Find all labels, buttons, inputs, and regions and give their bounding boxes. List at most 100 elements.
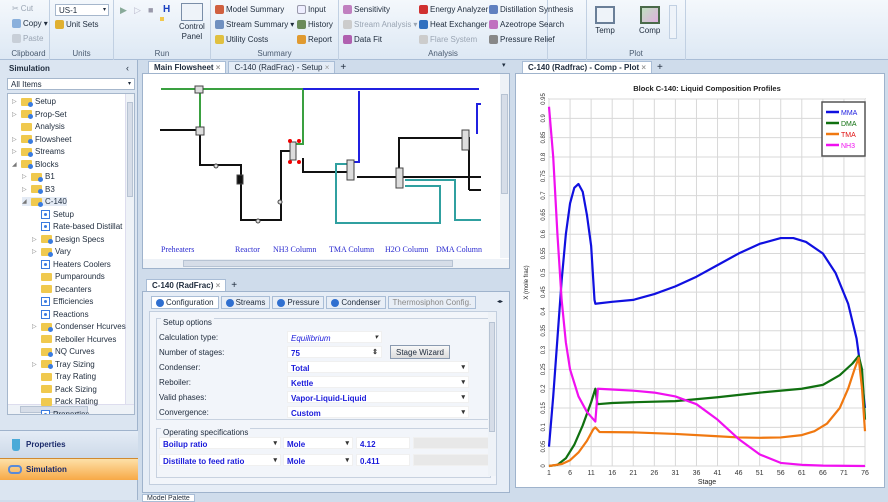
reset-icon[interactable]: H	[163, 4, 170, 15]
expanded-icon[interactable]: ◢	[22, 198, 28, 205]
tree-item[interactable]: Analysis	[12, 122, 65, 131]
tree-item[interactable]: Reactions	[32, 309, 89, 319]
azeotrope-search-button[interactable]: Azeotrope Search	[489, 20, 564, 29]
tree-item[interactable]: ▷ B1	[22, 172, 55, 182]
spinner-icon[interactable]: ⇕	[372, 348, 378, 356]
model-palette-tab[interactable]: Model Palette	[142, 494, 195, 502]
control-panel-button[interactable]: Control Panel	[179, 3, 205, 41]
nh3-column-block[interactable]	[289, 141, 297, 161]
tree-item[interactable]: NQ Curves	[32, 347, 95, 357]
step-icon[interactable]: ▷	[134, 5, 141, 16]
sensitivity-button[interactable]: Sensitivity	[343, 5, 390, 14]
paste-button[interactable]: Paste	[12, 34, 43, 43]
nav-filter-select[interactable]: All Items ▾	[7, 78, 135, 90]
flowsheet-horizontal-scrollbar[interactable]	[143, 259, 509, 268]
heat-exchanger-block[interactable]	[195, 126, 205, 136]
tree-item[interactable]: ▷ Condenser Hcurves	[32, 322, 126, 332]
gallery-scroll[interactable]	[669, 5, 677, 39]
tab-list-icon[interactable]: ▾	[502, 61, 506, 69]
stream-teal[interactable]	[335, 163, 481, 224]
number-of-stages-input[interactable]: 75 ⇕	[287, 346, 382, 358]
pump-block[interactable]	[213, 163, 219, 169]
tree-item[interactable]: Pack Sizing	[32, 385, 97, 394]
tree-item[interactable]: Properties	[32, 409, 89, 414]
calculation-type-select[interactable]: Equilibrium ▾	[287, 331, 382, 343]
pump-block[interactable]	[255, 218, 261, 224]
simulation-nav-button[interactable]: Simulation	[0, 458, 138, 480]
temp-plot-button[interactable]: Temp	[595, 6, 615, 35]
form-tab[interactable]: Pressure	[272, 296, 325, 309]
distillation-synthesis-button[interactable]: Distillation Synthesis	[489, 5, 573, 14]
cut-button[interactable]: ✂ Cut	[12, 4, 33, 13]
spec-basis-select[interactable]: Mole ▾	[283, 437, 353, 449]
properties-nav-button[interactable]: Properties	[0, 430, 138, 458]
close-icon[interactable]: ×	[641, 63, 646, 72]
tree-item[interactable]: ◢ Blocks	[12, 160, 59, 169]
form-tab[interactable]: Thermosiphon Config.	[387, 296, 477, 309]
spec-value-input[interactable]: 4.12	[356, 437, 410, 449]
tree-item[interactable]: Efficiencies	[32, 297, 93, 306]
stream-green[interactable]	[161, 88, 304, 145]
collapsed-icon[interactable]: ▷	[22, 173, 28, 180]
tab-c140-radfrac[interactable]: C-140 (RadFrac) ×	[146, 279, 227, 291]
stop-icon[interactable]: ■	[148, 5, 153, 15]
flare-system-button[interactable]: Flare System	[419, 35, 477, 44]
history-button[interactable]: History	[297, 20, 333, 29]
collapsed-icon[interactable]: ▷	[32, 323, 38, 330]
stream-analysis-button[interactable]: Stream Analysis ▾	[343, 20, 417, 29]
stream-black[interactable]	[160, 129, 481, 221]
spec-name-select[interactable]: Distillate to feed ratio ▾	[159, 454, 281, 466]
tree-item[interactable]: Reboiler Hcurves	[32, 335, 116, 344]
spec-basis-select[interactable]: Mole ▾	[283, 454, 353, 466]
stage-wizard-button[interactable]: Stage Wizard	[390, 345, 450, 359]
h2o-column-block[interactable]	[395, 167, 404, 189]
tree-item[interactable]: ▷ Prop-Set	[12, 110, 67, 119]
tree-item[interactable]: ▷ Design Specs	[32, 235, 104, 244]
collapsed-icon[interactable]: ▷	[22, 186, 28, 193]
collapsed-icon[interactable]: ▷	[12, 111, 18, 118]
valid-phases-select[interactable]: Vapor-Liquid-Liquid ▾	[287, 391, 469, 403]
energy-analyzer-button[interactable]: Energy Analyzer	[419, 5, 488, 14]
report-button[interactable]: Report	[297, 35, 332, 44]
tree-item[interactable]: Rate-based Distillat	[32, 222, 122, 231]
heat-exchanger-button[interactable]: Heat Exchanger	[419, 20, 487, 29]
new-tab-icon[interactable]: +	[228, 280, 240, 291]
utility-costs-button[interactable]: Utility Costs	[215, 35, 268, 44]
collapsed-icon[interactable]: ▷	[12, 136, 18, 143]
form-tab[interactable]: Condenser	[326, 296, 386, 309]
units-select[interactable]: US-1 ▾	[55, 4, 109, 16]
tree-item[interactable]: ▷ Streams	[12, 147, 65, 157]
pump-block[interactable]	[277, 199, 283, 205]
tree-item[interactable]: Decanters	[32, 285, 91, 294]
new-tab-icon[interactable]: +	[337, 62, 349, 73]
form-tab[interactable]: Configuration	[151, 296, 219, 309]
tree-item[interactable]: ◢ C-140	[22, 197, 67, 207]
close-icon[interactable]: ×	[216, 281, 221, 290]
run-icon[interactable]: ▶	[120, 5, 127, 16]
tree-item[interactable]: Heaters Coolers	[32, 259, 111, 269]
tree-item[interactable]: ▷ Flowsheet	[12, 135, 71, 144]
form-vertical-scrollbar[interactable]	[488, 312, 496, 476]
heater-block[interactable]	[194, 85, 204, 94]
collapsed-icon[interactable]: ▷	[32, 236, 38, 243]
collapsed-icon[interactable]: ▷	[12, 98, 18, 105]
tree-item[interactable]: ▷ B3	[22, 185, 55, 194]
collapsed-icon[interactable]: ▷	[32, 361, 38, 368]
tree-vertical-scrollbar[interactable]	[125, 94, 134, 406]
comp-plot-button[interactable]: Comp	[639, 6, 660, 35]
tree-item[interactable]: Setup	[32, 209, 74, 219]
condenser-select[interactable]: Total ▾	[287, 361, 469, 373]
tree-item[interactable]: Pumparounds	[32, 272, 105, 281]
tab-main-flowsheet[interactable]: Main Flowsheet ×	[148, 61, 227, 73]
model-summary-button[interactable]: Model Summary	[215, 5, 284, 14]
data-fit-button[interactable]: Data Fit	[343, 35, 382, 44]
convergence-select[interactable]: Custom ▾	[287, 406, 469, 418]
form-tab[interactable]: Streams	[220, 296, 271, 309]
pressure-relief-button[interactable]: Pressure Relief	[489, 35, 555, 44]
flowsheet-vertical-scrollbar[interactable]	[500, 74, 509, 258]
tree-item[interactable]: ▷ Vary	[32, 247, 71, 257]
tma-column-block[interactable]	[346, 159, 355, 181]
tree-item[interactable]: Tray Rating	[32, 372, 96, 381]
spec-value-input[interactable]: 0.411	[356, 454, 410, 466]
tab-comp-plot[interactable]: C-140 (Radfrac) - Comp - Plot ×	[522, 61, 653, 73]
